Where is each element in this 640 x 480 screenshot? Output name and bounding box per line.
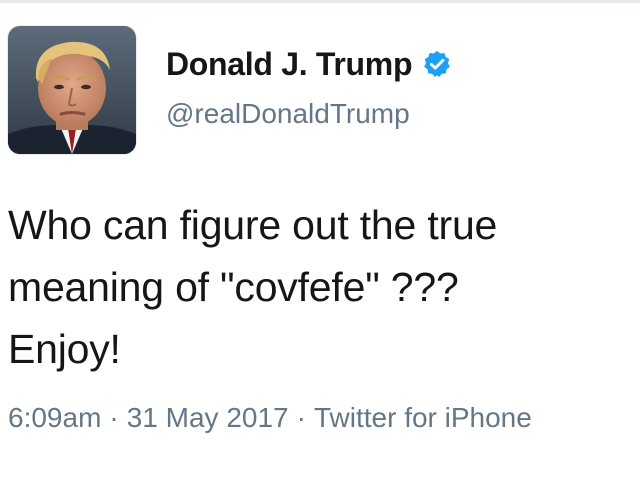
- avatar[interactable]: [8, 26, 136, 154]
- verified-badge-icon: [422, 49, 452, 79]
- author-name[interactable]: Donald J. Trump: [166, 46, 413, 83]
- author-handle[interactable]: @realDonaldTrump: [166, 98, 410, 130]
- meta-separator: ·: [296, 402, 306, 433]
- tweet-date[interactable]: 31 May 2017: [127, 402, 289, 434]
- tweet-time[interactable]: 6:09am: [8, 402, 101, 434]
- tweet-source-link[interactable]: Twitter for iPhone: [314, 402, 532, 434]
- author-name-row[interactable]: Donald J. Trump: [166, 44, 452, 84]
- profile-photo-icon: [8, 26, 136, 154]
- tweet-meta: 6:09am · 31 May 2017 · Twitter for iPhon…: [8, 402, 532, 434]
- meta-separator: ·: [109, 402, 119, 433]
- tweet-text: Who can figure out the true meaning of "…: [8, 202, 498, 372]
- tweet-card: Donald J. Trump @realDonaldTrump Who can…: [0, 0, 640, 480]
